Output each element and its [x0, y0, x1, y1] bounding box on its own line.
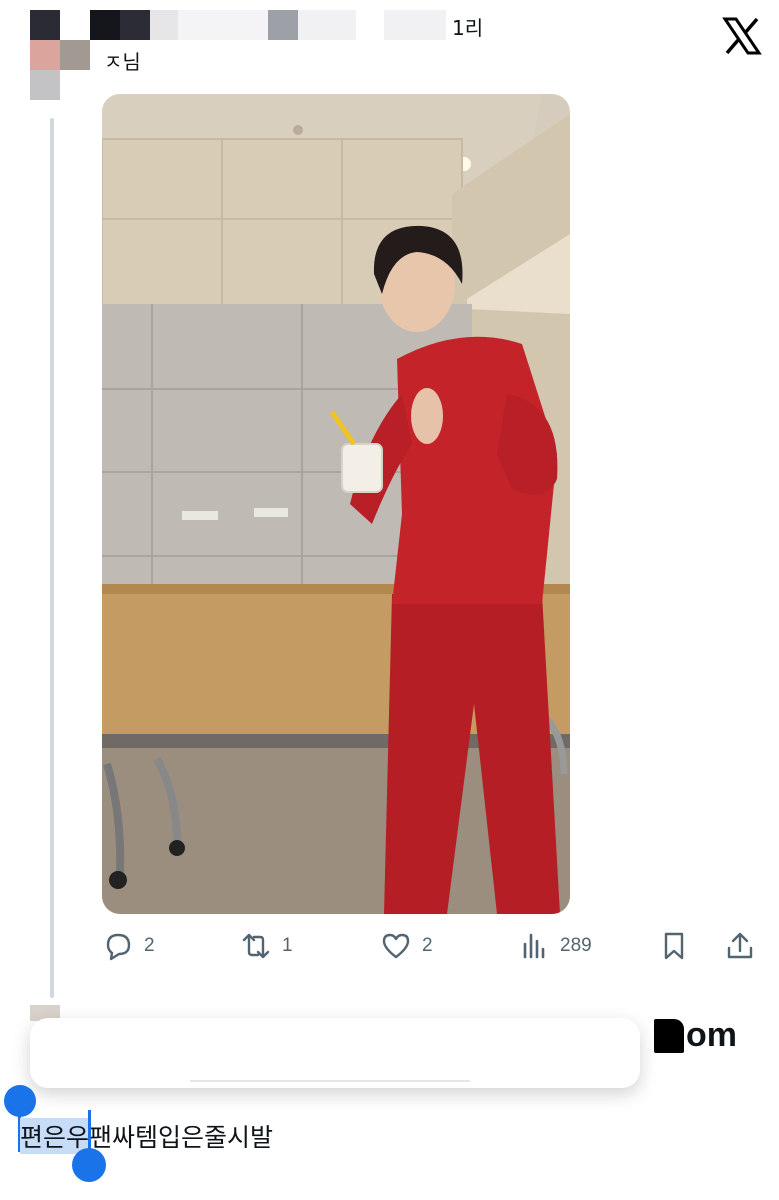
share-button[interactable] [724, 928, 756, 964]
repost-count: 1 [282, 935, 293, 956]
views-button[interactable]: 289 [518, 928, 592, 964]
text-rest: 팬싸템입은줄시발 [89, 1123, 274, 1152]
views-chart-icon [523, 933, 545, 959]
photo-illustration [102, 94, 570, 914]
tweet-text[interactable]: 편은우 팬싸템입은줄시발 [20, 1118, 273, 1154]
domain-suffix: om [686, 1016, 737, 1054]
censored-block [268, 10, 298, 40]
like-count: 2 [422, 935, 433, 956]
reply-button[interactable]: 2 [102, 928, 155, 964]
like-button[interactable]: 2 [380, 928, 433, 964]
selected-text[interactable]: 편은우 [20, 1118, 90, 1154]
censored-block [384, 10, 446, 40]
repost-button[interactable]: 1 [240, 928, 293, 964]
censored-block [178, 10, 268, 40]
heart-icon [382, 933, 410, 959]
header-partial-text: ㅈ님 [104, 50, 141, 74]
selection-end-bar [88, 1110, 91, 1152]
censored-block [120, 10, 150, 40]
view-count: 289 [560, 935, 592, 956]
censored-block [60, 40, 90, 70]
bookmark-button[interactable] [658, 928, 690, 964]
repost-icon [242, 933, 270, 959]
censored-block [298, 10, 356, 40]
tweet-photo[interactable] [102, 94, 570, 914]
context-menu-popup[interactable] [30, 1018, 640, 1088]
x-logo-icon[interactable] [722, 16, 762, 56]
header-partial-text: 1리 [452, 16, 484, 40]
censored-block [30, 40, 60, 70]
censored-block [30, 10, 60, 40]
censored-block [90, 10, 120, 40]
reply-icon [106, 933, 131, 961]
censored-block [30, 70, 60, 100]
domain-watermark: om [654, 1016, 737, 1055]
share-icon [727, 932, 753, 959]
censored-block [654, 1018, 684, 1053]
thread-line [50, 118, 54, 998]
bookmark-icon [664, 932, 684, 960]
selection-end-handle[interactable] [72, 1148, 106, 1182]
censored-block [150, 10, 178, 40]
popup-divider [190, 1080, 470, 1082]
reply-count: 2 [144, 935, 155, 956]
